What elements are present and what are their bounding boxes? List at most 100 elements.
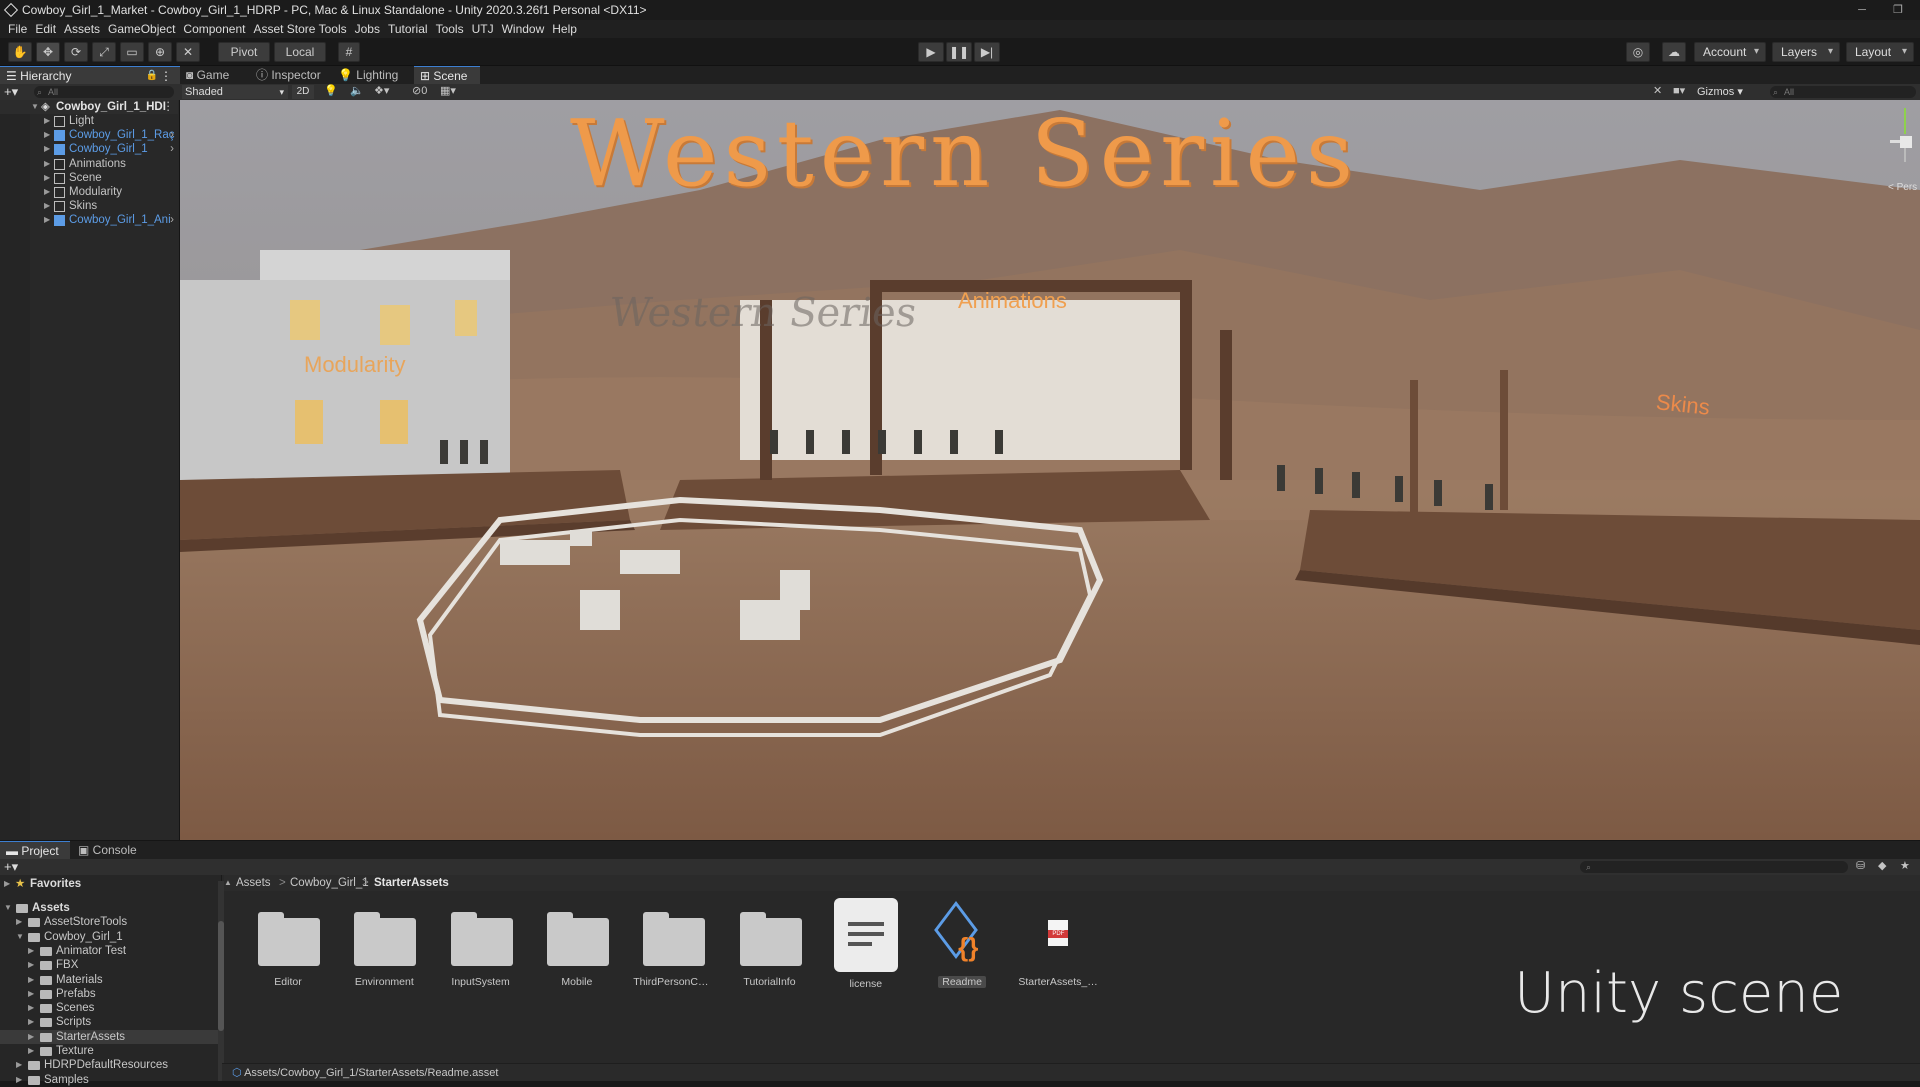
- tab-scene[interactable]: ⊞ Scene: [414, 66, 480, 84]
- menu-utj[interactable]: UTJ: [472, 22, 494, 36]
- folder-tree-item[interactable]: ▶ AssetStoreTools: [0, 915, 222, 929]
- asset-item[interactable]: TutorialInfo: [730, 906, 810, 988]
- menu-gameobject[interactable]: GameObject: [108, 22, 175, 36]
- menu-assets[interactable]: Assets: [64, 22, 100, 36]
- asset-item[interactable]: Editor: [248, 906, 328, 988]
- expand-arrow-icon[interactable]: ▶: [28, 973, 34, 987]
- folder-tree-item[interactable]: ▶ FBX: [0, 958, 222, 972]
- expand-arrow-icon[interactable]: ▶: [44, 114, 50, 128]
- tab-inspector[interactable]: ⓘ Inspector: [250, 66, 330, 84]
- folder-tree-item[interactable]: ▶ HDRPDefaultResources: [0, 1058, 222, 1072]
- expand-arrow-icon[interactable]: ▶: [28, 958, 34, 972]
- filter-type-icon[interactable]: ⛁: [1856, 859, 1865, 872]
- folder-tree-item[interactable]: ▶ Materials: [0, 973, 222, 987]
- camera-icon[interactable]: ■▾: [1673, 84, 1685, 97]
- custom-tool-icon[interactable]: ✕: [176, 42, 200, 62]
- scene-audio-icon[interactable]: 🔈: [350, 84, 364, 97]
- asset-item[interactable]: ThirdPersonContr...: [633, 906, 713, 988]
- hierarchy-scene-root[interactable]: ▼ ◈ Cowboy_Girl_1_HDI ⋮: [0, 100, 178, 114]
- project-create-button[interactable]: +▾: [4, 859, 18, 875]
- scene-visibility-icon[interactable]: ⊘0: [412, 84, 427, 97]
- expand-arrow-icon[interactable]: ▶: [28, 1015, 34, 1029]
- layout-dropdown[interactable]: Layout: [1846, 42, 1914, 62]
- expand-arrow-icon[interactable]: ▶: [44, 213, 50, 227]
- step-button[interactable]: ▶|: [974, 42, 1000, 62]
- asset-item[interactable]: InputSystem: [441, 906, 521, 988]
- hand-tool-icon[interactable]: ✋: [8, 42, 32, 62]
- local-toggle-button[interactable]: Local: [274, 42, 326, 62]
- asset-item[interactable]: PDF StarterAssets_Do...: [1018, 906, 1098, 988]
- menu-help[interactable]: Help: [552, 22, 577, 36]
- minimize-button[interactable]: ─: [1844, 0, 1880, 20]
- transform-tool-icon[interactable]: ⊕: [148, 42, 172, 62]
- expand-arrow-icon[interactable]: ▶: [44, 157, 50, 171]
- pivot-toggle-button[interactable]: Pivot: [218, 42, 270, 62]
- perspective-label[interactable]: < Pers: [1888, 182, 1917, 193]
- expand-arrow-icon[interactable]: ▶: [44, 142, 50, 156]
- favorite-star-icon[interactable]: ★: [1900, 859, 1910, 872]
- tab-project[interactable]: ▬ Project: [0, 841, 70, 859]
- account-dropdown[interactable]: Account: [1694, 42, 1766, 62]
- menu-file[interactable]: File: [8, 22, 27, 36]
- play-button[interactable]: ▶: [918, 42, 944, 62]
- menu-tutorial[interactable]: Tutorial: [388, 22, 428, 36]
- scene-viewport[interactable]: Western Series Western Series Animations…: [180, 100, 1920, 840]
- lock-icon[interactable]: 🔒: [146, 67, 158, 85]
- expand-arrow-icon[interactable]: ▶: [28, 1044, 34, 1058]
- breadcrumb-cowboy-girl[interactable]: Cowboy_Girl_1: [290, 875, 369, 891]
- scale-tool-icon[interactable]: ⤢: [92, 42, 116, 62]
- menu-component[interactable]: Component: [183, 22, 245, 36]
- tools-icon[interactable]: ✕: [1653, 84, 1662, 97]
- hierarchy-item[interactable]: ▶ Scene: [0, 171, 178, 185]
- expand-arrow-icon[interactable]: ▶: [16, 915, 22, 929]
- scene-lighting-icon[interactable]: 💡: [324, 84, 338, 97]
- folder-tree-item[interactable]: ▶ Animator Test: [0, 944, 222, 958]
- expand-arrow-icon[interactable]: ▶: [44, 128, 50, 142]
- scene-orientation-gizmo[interactable]: [1890, 106, 1920, 166]
- expand-arrow-icon[interactable]: ▼: [4, 901, 12, 915]
- expand-arrow-icon[interactable]: ▶: [44, 185, 50, 199]
- collab-icon[interactable]: ◎: [1626, 42, 1650, 62]
- expand-arrow-icon[interactable]: ▶: [28, 1001, 34, 1015]
- prefab-open-icon[interactable]: ›: [170, 213, 174, 227]
- folder-tree-item[interactable]: ▼ Cowboy_Girl_1: [0, 930, 222, 944]
- gizmos-dropdown[interactable]: Gizmos ▾: [1697, 85, 1743, 99]
- expand-arrow-icon[interactable]: ▼: [31, 100, 39, 114]
- shading-mode-dropdown[interactable]: Shaded ▾: [182, 85, 288, 99]
- layers-dropdown[interactable]: Layers: [1772, 42, 1840, 62]
- breadcrumb-up-icon[interactable]: ▲: [224, 875, 232, 891]
- expand-arrow-icon[interactable]: ▶: [44, 199, 50, 213]
- hierarchy-item[interactable]: ▶ Animations: [0, 157, 178, 171]
- menu-asset-store-tools[interactable]: Asset Store Tools: [253, 22, 346, 36]
- create-button[interactable]: +▾: [4, 84, 18, 100]
- scene-grid-icon[interactable]: ▦▾: [440, 84, 456, 97]
- hierarchy-search-input[interactable]: ⌕ All: [34, 86, 174, 98]
- scene-search-input[interactable]: ⌕ All: [1770, 86, 1916, 98]
- expand-arrow-icon[interactable]: ▶: [4, 877, 10, 891]
- move-tool-icon[interactable]: ✥: [36, 42, 60, 62]
- cloud-icon[interactable]: ☁: [1662, 42, 1686, 62]
- tab-lighting[interactable]: 💡 Lighting: [332, 66, 412, 84]
- expand-arrow-icon[interactable]: ▶: [44, 171, 50, 185]
- rotate-tool-icon[interactable]: ⟳: [64, 42, 88, 62]
- panel-menu-icon[interactable]: ⋮: [160, 67, 172, 85]
- tab-console[interactable]: ▣ Console: [72, 841, 152, 859]
- rect-tool-icon[interactable]: ▭: [120, 42, 144, 62]
- asset-item[interactable]: Environment: [344, 906, 424, 988]
- scene-menu-icon[interactable]: ⋮: [163, 100, 175, 114]
- favorites-row[interactable]: ▶ ★ Favorites: [0, 877, 222, 891]
- asset-item[interactable]: license: [826, 898, 906, 990]
- prefab-open-icon[interactable]: ›: [170, 142, 174, 156]
- hierarchy-item[interactable]: ▶ Cowboy_Girl_1_Ani ›: [0, 213, 178, 227]
- project-search-input[interactable]: ⌕: [1580, 861, 1848, 873]
- menu-window[interactable]: Window: [502, 22, 545, 36]
- folder-tree-item[interactable]: ▶ Prefabs: [0, 987, 222, 1001]
- menu-jobs[interactable]: Jobs: [355, 22, 380, 36]
- folder-tree-item[interactable]: ▼ Assets: [0, 901, 222, 915]
- expand-arrow-icon[interactable]: ▶: [28, 1030, 34, 1044]
- menu-tools[interactable]: Tools: [436, 22, 464, 36]
- scene-effects-icon[interactable]: ❖▾: [374, 84, 389, 97]
- grid-snap-icon[interactable]: #: [338, 42, 360, 62]
- mode-2d-toggle[interactable]: 2D: [292, 85, 314, 99]
- pause-button[interactable]: ❚❚: [946, 42, 972, 62]
